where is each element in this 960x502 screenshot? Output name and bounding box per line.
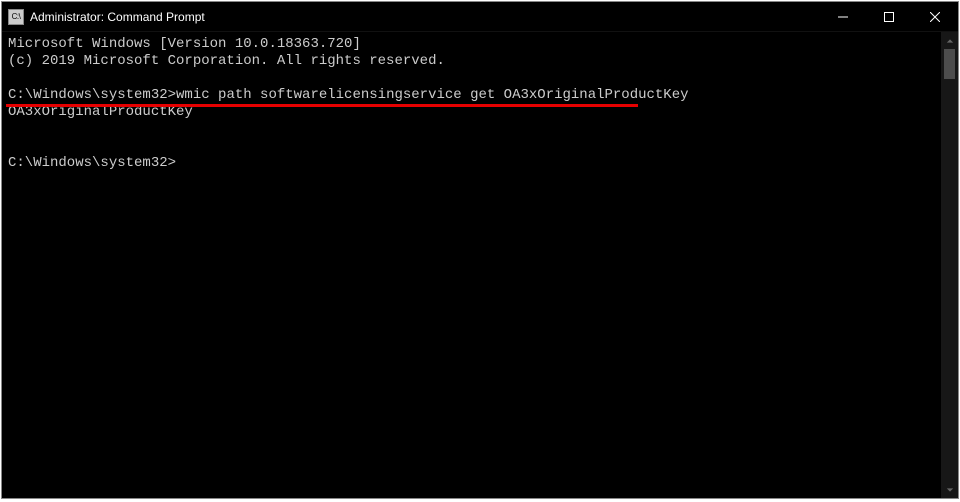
chevron-down-icon xyxy=(946,486,954,494)
chevron-up-icon xyxy=(946,37,954,45)
console-body[interactable]: Microsoft Windows [Version 10.0.18363.72… xyxy=(2,32,958,498)
scrollbar-thumb[interactable] xyxy=(944,49,955,79)
copyright-text: (c) 2019 Microsoft Corporation. All righ… xyxy=(8,53,445,69)
minimize-button[interactable] xyxy=(820,2,866,31)
vertical-scrollbar[interactable] xyxy=(941,32,958,498)
cmd-icon: C:\ xyxy=(8,9,24,25)
scrollbar-down-button[interactable] xyxy=(941,481,958,498)
highlight-underline xyxy=(6,104,638,107)
minimize-icon xyxy=(838,12,848,22)
version-text: Microsoft Windows [Version 10.0.18363.72… xyxy=(8,36,361,52)
close-icon xyxy=(930,12,940,22)
command-prompt-window: C:\ Administrator: Command Prompt Micros… xyxy=(1,1,959,499)
command-text: wmic path softwarelicensingservice get O… xyxy=(176,87,688,103)
prompt-1: C:\Windows\system32> xyxy=(8,87,176,103)
maximize-button[interactable] xyxy=(866,2,912,31)
window-title: Administrator: Command Prompt xyxy=(30,10,205,24)
scrollbar-up-button[interactable] xyxy=(941,32,958,49)
maximize-icon xyxy=(884,12,894,22)
titlebar[interactable]: C:\ Administrator: Command Prompt xyxy=(2,2,958,32)
prompt-2: C:\Windows\system32> xyxy=(8,155,176,171)
titlebar-left: C:\ Administrator: Command Prompt xyxy=(2,9,205,25)
close-button[interactable] xyxy=(912,2,958,31)
window-controls xyxy=(820,2,958,31)
